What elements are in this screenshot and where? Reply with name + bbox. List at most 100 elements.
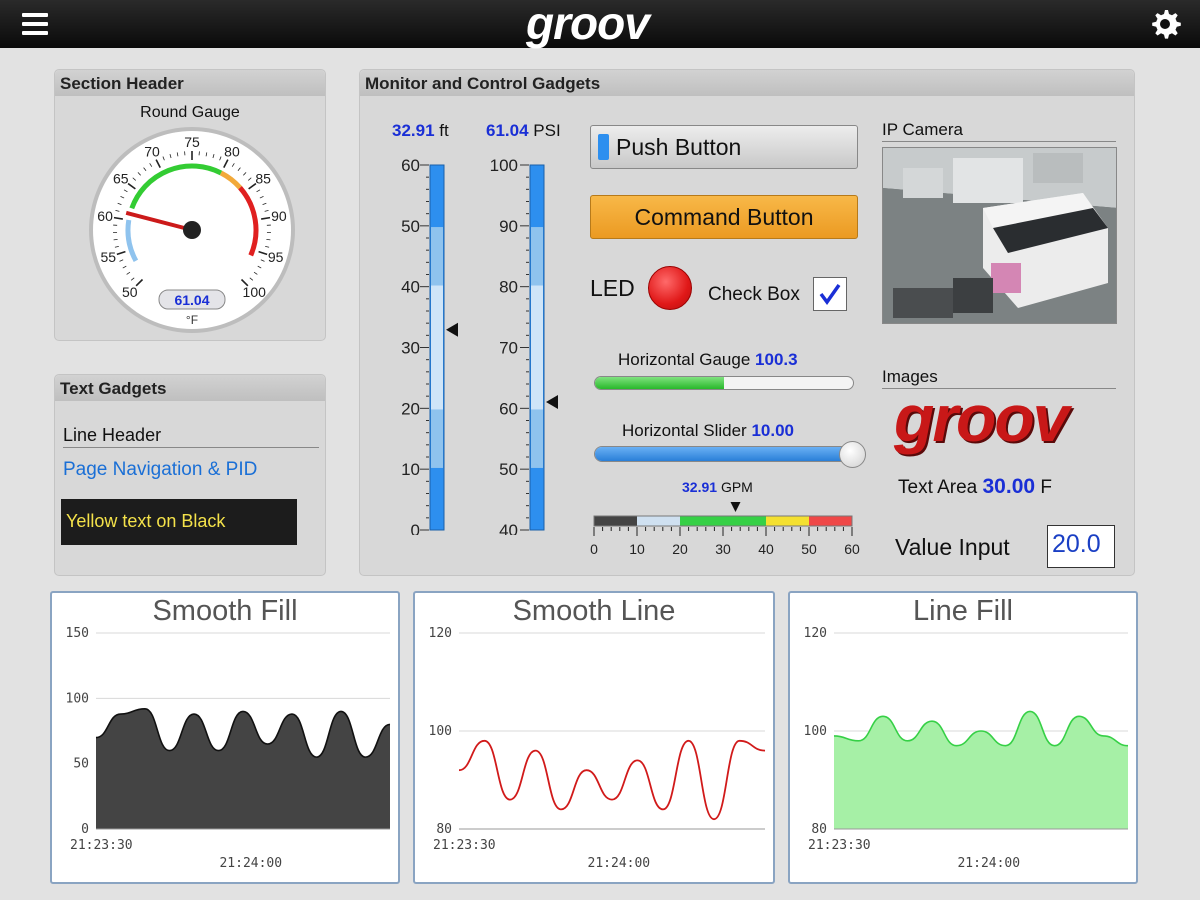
gpm-segment [766,516,809,526]
chart-area-fill [834,711,1128,829]
chart-y-tick-label: 80 [436,822,452,837]
gauge-tick-label: 90 [271,208,287,224]
tank-band [431,285,443,410]
chart-x-tick-label: 21:23:30 [433,838,496,853]
tank-band [431,227,443,286]
page-navigation-link[interactable]: Page Navigation & PID [63,459,257,481]
gpm-segment [637,516,680,526]
tank-pointer [546,395,558,410]
tank2-unit: PSI [533,121,561,140]
chart-x-tick-label: 21:23:30 [808,838,871,853]
tank2-gauge: 100 90 80 70 60 50 40 [490,156,558,535]
tank-tick-label: 90 [499,217,518,236]
gpm-segment [680,516,766,526]
horizontal-gauge [594,376,854,390]
gauge-tick-label: 50 [122,284,138,300]
ip-camera-label: IP Camera [882,120,1116,142]
top-bar: groov [0,0,1200,48]
text-area-unit: F [1040,477,1052,498]
gpm-gauge: 0 10 20 30 40 50 60 [590,502,860,557]
value-input-field[interactable]: 20.0 [1047,525,1115,568]
push-button-indicator [598,134,609,160]
gauge-tick-label: 60 [97,208,113,224]
chart-y-tick-label: 150 [66,626,89,641]
horizontal-slider-track[interactable] [594,446,854,462]
gauge-tick-label: 80 [224,144,240,160]
tank-tick-label: 50 [401,217,420,236]
chart-area-fill [96,708,390,829]
tank-tick-label: 10 [401,460,420,479]
hslider-value: 10.00 [751,421,795,440]
tank-tick-label: 30 [401,339,420,358]
horizontal-slider-label: Horizontal Slider 10.00 [622,421,794,441]
text-area-readout: Text Area 30.00 F [898,475,1052,499]
chart-y-tick-label: 100 [429,724,452,739]
section-header-title: Section Header [55,70,325,96]
gpm-tick-label: 0 [590,541,598,557]
line-fill-chart: Line Fill 120 100 80 21:23:30 21:24:00 [788,591,1138,884]
yellow-text-block: Yellow text on Black [61,499,297,545]
gpm-segment [594,516,637,526]
checkbox-label: Check Box [708,284,800,305]
tank1-unit: ft [439,121,449,140]
tank-tick-label: 0 [411,521,420,535]
section-header-panel: Section Header Round Gauge 50 55 60 65 70 75 8… [54,69,326,341]
tank1-value: 32.91 [392,121,435,140]
tank-tick-label: 100 [490,156,518,175]
text-gadgets-panel: Text Gadgets Line Header Page Navigation… [54,374,326,576]
chart-x-tick-label: 21:24:00 [957,856,1020,871]
checkmark-icon [819,283,841,305]
gpm-value: 32.91 [682,479,718,495]
tank-tick-label: 50 [499,460,518,479]
round-gauge: 50 55 60 65 70 75 80 85 90 95 100 61.04 °F [89,127,295,333]
tank2-value: 61.04 [486,121,529,140]
smooth-line-chart: Smooth Line 120 100 80 21:23:30 21:24:00 [413,591,775,884]
tank-tick-label: 70 [499,339,518,358]
tank1-readout: 32.91 ft [392,121,449,141]
chart-y-tick-label: 120 [804,626,827,641]
gpm-tick-label: 50 [801,541,817,557]
chart-series-line [458,739,766,821]
gauge-tick-label: 85 [255,170,271,186]
chart-y-tick-label: 100 [66,691,89,706]
tank-band [531,227,543,286]
gpm-unit: GPM [720,479,753,495]
gauge-tick [113,239,118,241]
chart-y-tick-label: 0 [81,822,89,837]
command-button[interactable]: Command Button [590,195,858,239]
tank-tick-label: 40 [499,521,518,535]
groov-logo-image: groov [894,381,1069,455]
tank-band [531,285,543,410]
gauge-tick-label: 55 [101,249,117,265]
gpm-pointer [730,502,741,512]
ip-camera-feed [882,147,1117,324]
camera-scene-image [883,148,1116,323]
tank2-readout: 61.04 PSI [486,121,561,141]
text-area-label: Text Area [898,477,978,498]
led-indicator [648,266,692,310]
gauge-tick-label: 100 [243,284,267,300]
chart-x-tick-label: 21:24:00 [219,856,282,871]
text-gadgets-title: Text Gadgets [55,375,325,401]
push-button[interactable]: Push Button [590,125,858,169]
chart-x-tick-label: 21:24:00 [588,856,651,871]
gauge-tick-label: 75 [184,134,200,150]
horizontal-gauge-label: Horizontal Gauge 100.3 [618,350,798,370]
chart-y-tick-label: 80 [811,822,827,837]
tank-tick-label: 20 [401,399,420,418]
gear-icon[interactable] [1149,8,1181,40]
gpm-readout: 32.91 GPM [682,479,753,495]
hamburger-icon[interactable] [22,13,48,35]
gauge-tick-label: 65 [113,170,129,186]
tank-tick-label: 60 [499,399,518,418]
hslider-label-text: Horizontal Slider [622,421,747,440]
tank-tick-label: 60 [401,156,420,175]
check-box[interactable] [813,277,847,311]
line-fill-plot: 120 100 8021:23:30 21:24:00 [804,626,1129,871]
command-button-label: Command Button [634,203,814,230]
tank-tick-label: 40 [401,278,420,297]
horizontal-slider-handle[interactable] [839,441,866,468]
push-button-label: Push Button [616,133,742,160]
chart-y-tick-label: 50 [73,757,89,772]
gpm-tick-label: 10 [629,541,645,557]
